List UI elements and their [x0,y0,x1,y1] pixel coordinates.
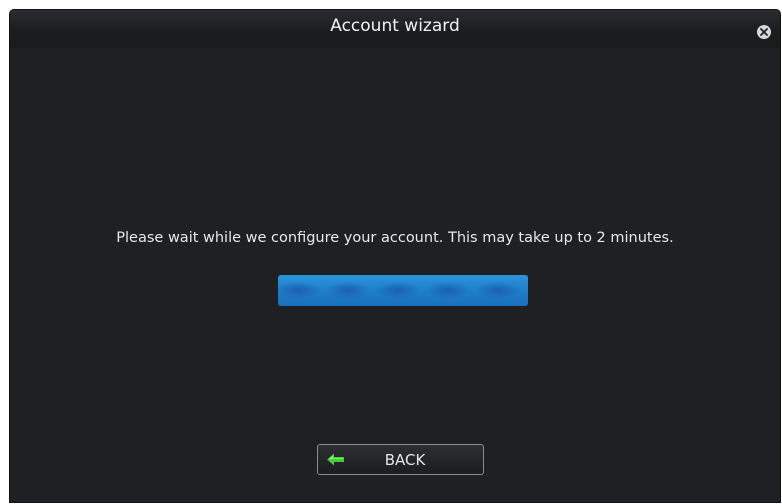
status-message: Please wait while we configure your acco… [116,230,674,246]
back-button[interactable]: BACK [317,444,484,475]
close-button[interactable] [757,25,771,39]
close-icon [760,28,768,36]
progress-bar [278,275,528,306]
progress-fill [278,275,528,306]
account-wizard-window: Account wizard Please wait while we conf… [10,10,780,502]
back-button-label: BACK [384,451,426,469]
window-title: Account wizard [330,16,460,36]
title-bar: Account wizard [10,10,780,48]
